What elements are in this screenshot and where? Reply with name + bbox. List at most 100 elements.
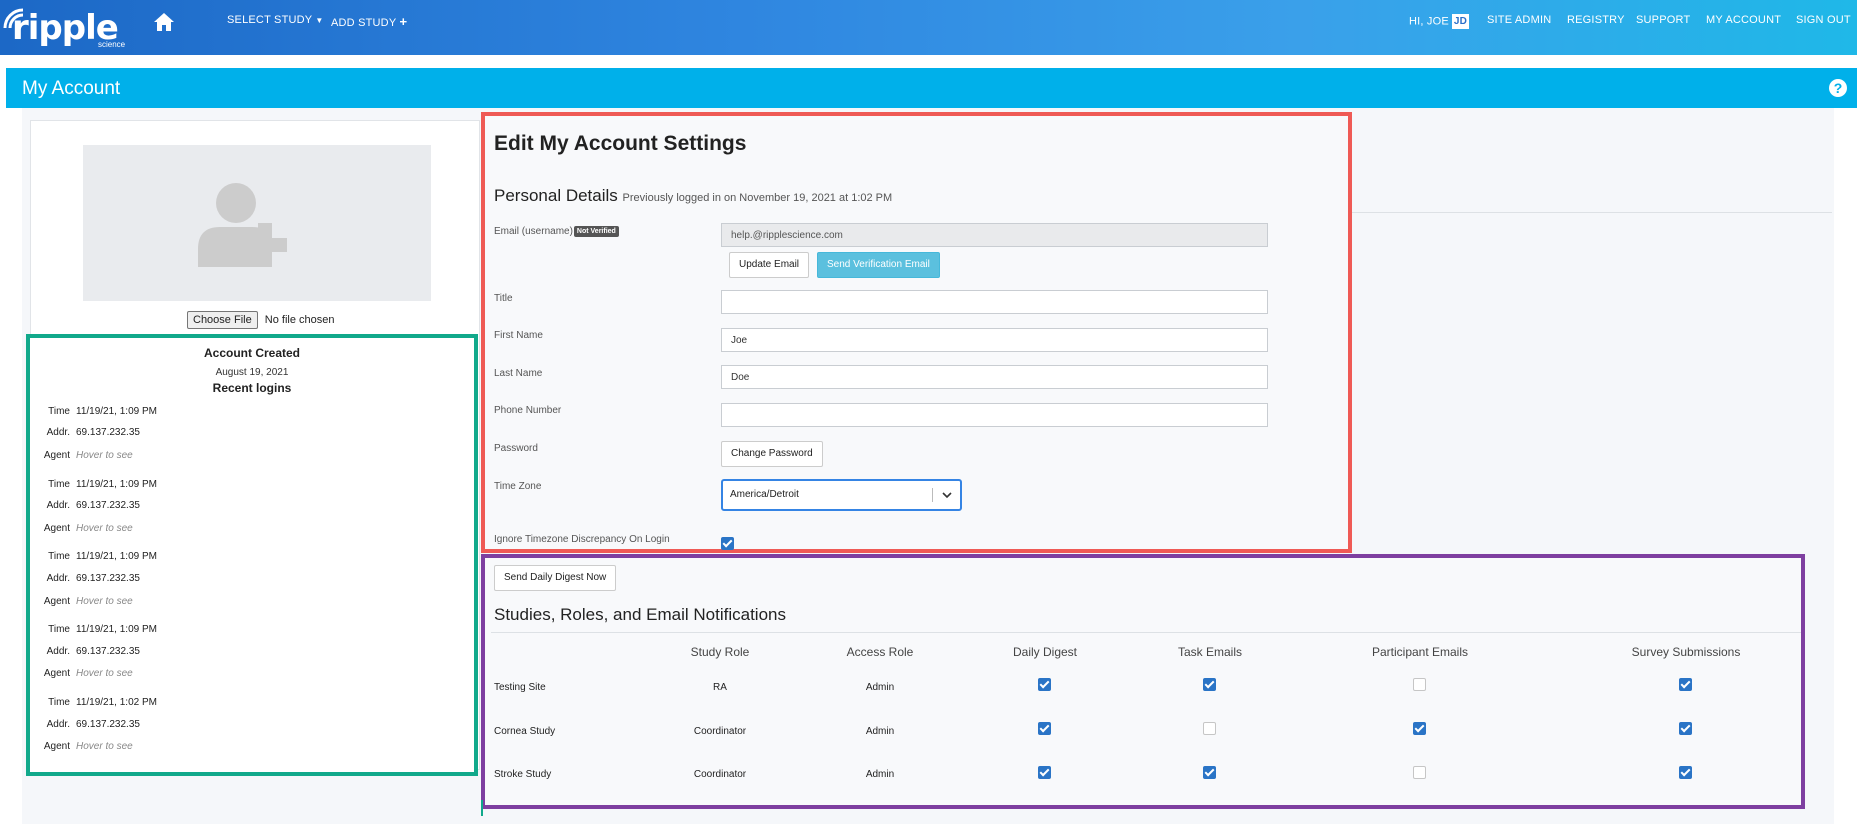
survey-submissions-checkbox[interactable] [1679, 678, 1692, 691]
accent-line [481, 800, 483, 816]
greeting-text: HI, JOE [1409, 15, 1449, 28]
survey-submissions-checkbox[interactable] [1679, 722, 1692, 735]
task-emails-checkbox[interactable] [1203, 722, 1216, 735]
study-name: Testing Site [494, 682, 546, 693]
login-addr-row: Addr. 69.137.232.35 [46, 719, 140, 730]
select-study-label: SELECT STUDY [227, 14, 313, 26]
recent-logins-panel: Account Created August 19, 2021 Recent l… [26, 334, 478, 776]
access-role: Admin [865, 726, 895, 737]
study-name: Cornea Study [494, 726, 556, 737]
daily-digest-checkbox[interactable] [1038, 678, 1051, 691]
login-agent-row[interactable]: Agent Hover to see [30, 523, 133, 534]
study-role: Coordinator [693, 769, 747, 780]
login-addr-row: Addr. 69.137.232.35 [46, 573, 140, 584]
daily-digest-checkbox[interactable] [1038, 722, 1051, 735]
timezone-select[interactable]: America/Detroit [721, 479, 962, 511]
col-access-role: Access Role [846, 645, 914, 659]
participant-emails-checkbox[interactable] [1413, 722, 1426, 735]
email-label: Email (username) Not Verified [494, 226, 619, 237]
login-agent-row[interactable]: Agent Hover to see [30, 741, 133, 752]
registry-link[interactable]: REGISTRY [1567, 14, 1625, 26]
col-task-emails: Task Emails [1177, 645, 1243, 659]
first-name-label: First Name [494, 330, 543, 341]
user-greeting[interactable]: HI, JOE JD [1409, 14, 1470, 29]
logo-subtext: science [98, 40, 126, 49]
user-initials-badge: JD [1451, 14, 1470, 29]
studies-divider [491, 632, 1801, 633]
login-agent-row[interactable]: Agent Hover to see [30, 668, 133, 679]
add-study-menu[interactable]: ADD STUDY + [331, 14, 407, 29]
login-agent-row[interactable]: Agent Hover to see [30, 450, 133, 461]
last-name-label: Last Name [494, 368, 543, 379]
login-time-row: Time 11/19/21, 1:02 PM [48, 697, 157, 708]
participant-emails-checkbox[interactable] [1413, 678, 1426, 691]
study-role: RA [713, 682, 727, 693]
timezone-label: Time Zone [494, 481, 542, 492]
email-field[interactable]: help.@ripplescience.com [721, 223, 1268, 247]
last-name-field[interactable]: Doe [721, 365, 1268, 389]
sign-out-link[interactable]: SIGN OUT [1796, 14, 1851, 26]
study-name: Stroke Study [494, 769, 552, 780]
survey-submissions-checkbox[interactable] [1679, 766, 1692, 779]
access-role: Admin [865, 769, 895, 780]
previous-login-text: Previously logged in on November 19, 202… [622, 192, 893, 204]
title-field[interactable] [721, 290, 1268, 314]
study-role: Coordinator [693, 726, 747, 737]
col-study-role: Study Role [690, 645, 750, 659]
update-email-button[interactable]: Update Email [729, 252, 810, 278]
section-divider [1352, 212, 1832, 213]
select-study-menu[interactable]: SELECT STUDY ▼ [227, 14, 324, 26]
col-participant-emails: Participant Emails [1371, 645, 1469, 659]
login-time-row: Time 11/19/21, 1:09 PM [48, 479, 157, 490]
file-upload-row: Choose File No file chosen [187, 311, 334, 329]
my-account-link[interactable]: MY ACCOUNT [1706, 14, 1781, 26]
password-label: Password [494, 443, 538, 454]
first-name-field[interactable]: Joe [721, 328, 1268, 352]
studies-heading: Studies, Roles, and Email Notifications [494, 605, 786, 624]
title-label: Title [494, 293, 513, 304]
add-user-icon [198, 183, 287, 267]
page-title: My Account [22, 78, 121, 99]
personal-details-heading: Personal Details Previously logged in on… [494, 186, 893, 205]
ignore-timezone-label: Ignore Timezone Discrepancy On Login [494, 534, 670, 545]
support-link[interactable]: SUPPORT [1636, 14, 1690, 26]
col-survey-submissions: Survey Submissions [1631, 645, 1741, 659]
choose-file-button[interactable]: Choose File [187, 311, 258, 329]
login-time-row: Time 11/19/21, 1:09 PM [48, 551, 157, 562]
profile-photo-placeholder [83, 145, 431, 301]
caret-down-icon: ▼ [315, 16, 324, 25]
task-emails-checkbox[interactable] [1203, 678, 1216, 691]
daily-digest-checkbox[interactable] [1038, 766, 1051, 779]
not-verified-badge: Not Verified [573, 226, 619, 237]
ignore-timezone-checkbox[interactable] [721, 537, 734, 550]
send-verification-button[interactable]: Send Verification Email [817, 252, 940, 278]
login-time-row: Time 11/19/21, 1:09 PM [48, 624, 157, 635]
login-agent-row[interactable]: Agent Hover to see [30, 596, 133, 607]
send-daily-digest-button[interactable]: Send Daily Digest Now [494, 565, 617, 591]
col-daily-digest: Daily Digest [1012, 645, 1078, 659]
page-banner: My Account ? [6, 68, 1857, 108]
account-created-heading: Account Created [203, 346, 301, 360]
timezone-value: America/Detroit [730, 489, 799, 500]
participant-emails-checkbox[interactable] [1413, 766, 1426, 779]
login-addr-row: Addr. 69.137.232.35 [46, 500, 140, 511]
chevron-down-icon [942, 492, 952, 499]
account-created-date: August 19, 2021 [215, 367, 289, 378]
home-icon[interactable] [153, 12, 175, 32]
top-navbar: ripple science SELECT STUDY ▼ ADD STUDY … [0, 0, 1857, 55]
phone-field[interactable] [721, 403, 1268, 427]
ripple-logo[interactable]: ripple science [2, 6, 126, 50]
login-addr-row: Addr. 69.137.232.35 [46, 427, 140, 438]
site-admin-link[interactable]: SITE ADMIN [1487, 14, 1551, 26]
login-time-row: Time 11/19/21, 1:09 PM [48, 406, 157, 417]
help-icon[interactable]: ? [1829, 79, 1847, 97]
phone-label: Phone Number [494, 405, 562, 416]
plus-icon: + [399, 14, 408, 29]
no-file-text: No file chosen [264, 314, 335, 326]
login-addr-row: Addr. 69.137.232.35 [46, 646, 140, 657]
edit-settings-panel: Edit My Account Settings Personal Detail… [481, 112, 1352, 553]
change-password-button[interactable]: Change Password [721, 441, 823, 467]
select-separator [932, 488, 933, 502]
task-emails-checkbox[interactable] [1203, 766, 1216, 779]
settings-title: Edit My Account Settings [494, 132, 747, 155]
